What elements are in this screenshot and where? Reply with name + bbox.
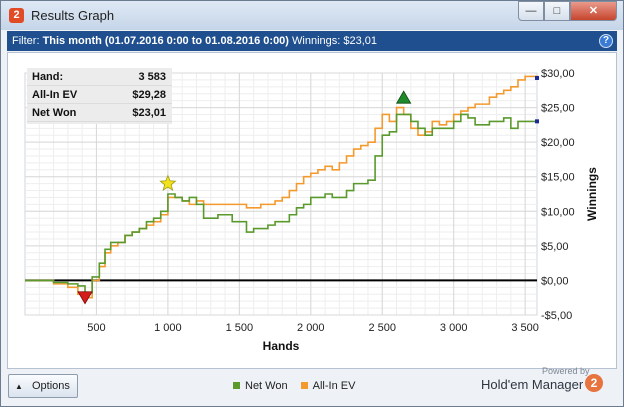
maximize-button[interactable]: □ <box>544 1 570 21</box>
stat-row-net-won: Net Won $23,01 <box>27 104 172 122</box>
legend-swatch <box>233 382 240 389</box>
expand-up-icon: ▲ <box>15 382 23 391</box>
filter-period: This month (01.07.2016 0:00 to 01.08.201… <box>42 35 289 47</box>
x-tick-label: 3 500 <box>511 322 539 334</box>
minimize-button[interactable]: — <box>518 1 544 21</box>
x-tick-label: 1 000 <box>154 322 182 334</box>
y-axis-label: Winnings <box>585 167 599 221</box>
close-button[interactable]: ✕ <box>570 1 617 21</box>
y-tick-label: -$5,00 <box>541 310 572 322</box>
y-tick-label: $0,00 <box>541 275 569 287</box>
legend-item-allin-ev: All-In EV <box>300 380 356 392</box>
stat-row-allin-ev: All-In EV $29,28 <box>27 86 172 104</box>
series-end-marker <box>535 119 539 124</box>
help-icon[interactable]: ? <box>599 34 613 48</box>
results-graph-window: 2 Results Graph — □ ✕ Filter: This month… <box>0 0 624 407</box>
app-logo-icon: 2 <box>9 8 24 23</box>
stat-label: Net Won <box>32 107 77 119</box>
chart-legend: Net Won All-In EV <box>233 380 365 392</box>
chart-panel: 500 1 000 1 500 2 000 2 500 3 000 3 500 -$5,00 $… <box>7 52 617 369</box>
options-button[interactable]: ▲ Options <box>8 374 78 398</box>
y-tick-label: $30,00 <box>541 68 575 80</box>
stat-value: $29,28 <box>132 89 166 101</box>
stat-label: All-In EV <box>32 89 78 101</box>
powered-by-text: Powered by <box>542 366 590 376</box>
x-tick-label: 1 500 <box>226 322 254 334</box>
title-bar[interactable]: 2 Results Graph — □ ✕ <box>1 1 623 30</box>
y-tick-label: $25,00 <box>541 103 575 115</box>
bottom-bar: ▲ Options Net Won All-In EV Powered by H… <box>7 366 617 402</box>
y-tick-label: $20,00 <box>541 137 575 149</box>
stat-label: Hand: <box>32 71 64 83</box>
x-tick-label: 2 000 <box>297 322 325 334</box>
stat-value: $23,01 <box>132 107 166 119</box>
legend-item-net-won: Net Won <box>233 380 288 392</box>
y-tick-label: $10,00 <box>541 206 575 218</box>
filter-winnings: Winnings: $23,01 <box>292 35 378 47</box>
series-end-marker <box>535 75 539 80</box>
x-tick-label: 2 500 <box>368 322 396 334</box>
y-tick-label: $15,00 <box>541 172 575 184</box>
stat-row-hands: Hand: 3 583 <box>27 68 172 86</box>
y-tick-label: $5,00 <box>541 241 569 253</box>
brand-name: Hold'em Manager <box>481 377 584 392</box>
legend-label: Net Won <box>245 380 288 392</box>
filter-label: Filter: <box>12 35 40 47</box>
brand-logo-icon: 2 <box>585 374 603 392</box>
x-tick-label: 500 <box>87 322 105 334</box>
stats-box: Hand: 3 583 All-In EV $29,28 Net Won $23… <box>27 68 172 124</box>
legend-label: All-In EV <box>312 380 356 392</box>
options-label: Options <box>31 380 70 392</box>
window-title: Results Graph <box>31 8 115 23</box>
stat-value: 3 583 <box>138 71 166 83</box>
legend-swatch <box>300 382 308 389</box>
x-axis-label: Hands <box>263 339 300 353</box>
x-tick-label: 3 000 <box>440 322 468 334</box>
filter-bar: Filter: This month (01.07.2016 0:00 to 0… <box>7 31 617 51</box>
